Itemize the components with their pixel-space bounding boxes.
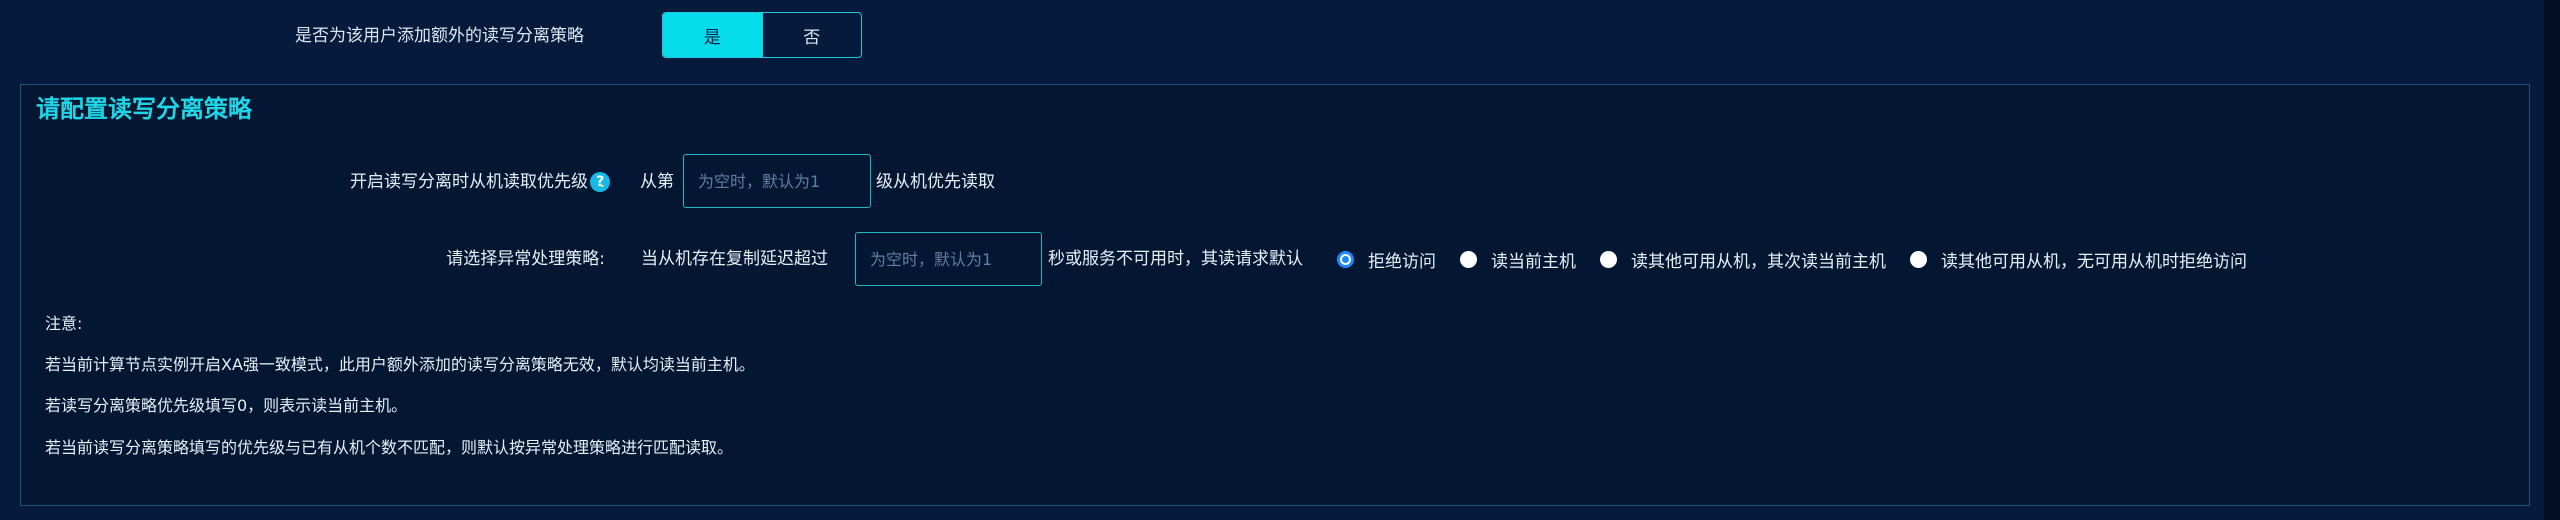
radio-read-other-slave-else-reject[interactable]: 读其他可用从机，无可用从机时拒绝访问 [1910,247,2247,272]
note-line: 若读写分离策略优先级填写0，则表示读当前主机。 [45,396,408,415]
priority-label: 开启读写分离时从机读取优先级 [350,172,588,192]
exception-prefix: 当从机存在复制延迟超过 [641,249,828,269]
delay-seconds-input[interactable] [855,232,1042,286]
radio-label: 读当前主机 [1491,251,1576,272]
radio-read-other-slave-then-master[interactable]: 读其他可用从机，其次读当前主机 [1600,247,1886,272]
radio-reject-access[interactable]: 拒绝访问 [1337,247,1436,272]
radio-label: 读其他可用从机，无可用从机时拒绝访问 [1941,251,2247,272]
radio-unchecked-icon[interactable] [1910,250,1927,268]
toggle-no-button[interactable]: 否 [761,13,862,57]
radio-unchecked-icon[interactable] [1600,250,1617,268]
exception-label: 请选择异常处理策略: [446,249,605,269]
priority-input[interactable] [683,154,871,208]
toggle-yes-button[interactable]: 是 [663,13,762,57]
priority-label-group: 开启读写分离时从机读取优先级? [300,168,610,196]
add-strategy-question: 是否为该用户添加额外的读写分离策略 [295,26,584,46]
priority-prefix: 从第 [640,172,674,192]
priority-colon: ： [598,172,615,192]
notes-title: 注意: [45,314,83,333]
note-line: 若当前计算节点实例开启XA强一致模式，此用户额外添加的读写分离策略无效，默认均读… [45,355,755,374]
radio-label: 读其他可用从机，其次读当前主机 [1631,251,1886,272]
radio-unchecked-icon[interactable] [1460,250,1477,268]
radio-checked-icon[interactable] [1337,250,1354,268]
radio-label: 拒绝访问 [1368,251,1436,272]
exception-radio-group: 拒绝访问 读当前主机 读其他可用从机，其次读当前主机 读其他可用从机，无可用从机… [1337,245,2247,273]
radio-read-current-master[interactable]: 读当前主机 [1460,247,1576,272]
priority-suffix: 级从机优先读取 [876,172,995,192]
note-line: 若当前读写分离策略填写的优先级与已有从机个数不匹配，则默认按异常处理策略进行匹配… [45,438,734,457]
add-strategy-toggle[interactable]: 是 否 [662,12,862,58]
exception-suffix: 秒或服务不可用时，其读请求默认 [1048,249,1303,269]
page-scrollbar[interactable] [2544,0,2560,520]
panel-title: 请配置读写分离策略 [36,95,252,123]
